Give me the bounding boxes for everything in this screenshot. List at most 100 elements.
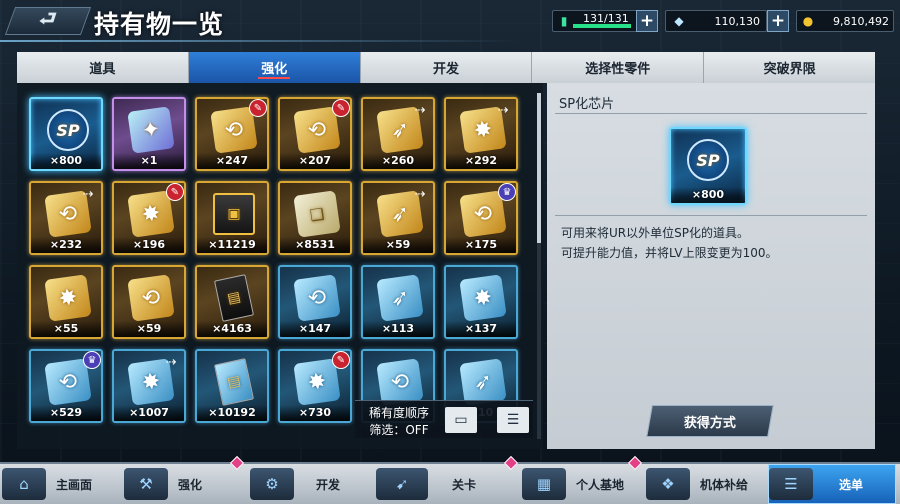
gem-counter: ◆ 110,130 (665, 10, 767, 32)
item-count: ×800 (31, 153, 101, 169)
arrow-badge-icon: ⇢ (165, 354, 177, 370)
item-card: ▤ ×4163 (195, 265, 269, 339)
nav-personal-base[interactable]: ▦ 个人基地 (522, 455, 643, 504)
item-cell[interactable]: ✸ ⇢ ×292 (442, 95, 520, 173)
item-cell[interactable]: ▣ ×11219 (193, 179, 271, 257)
title-underline (0, 40, 520, 42)
menu-icon: ☰ (769, 468, 813, 500)
how-to-obtain-label: 获得方式 (683, 415, 736, 431)
item-card: ✸ ⇢ ×1007 (112, 349, 186, 423)
nav-stages[interactable]: ➹ 关卡 (376, 455, 519, 504)
nav-home[interactable]: ⌂ 主画面 (2, 464, 120, 504)
nav-unit-supply-label: 机体补给 (700, 477, 749, 492)
item-emblem-icon: ▤ (213, 274, 255, 322)
item-count: ×55 (31, 321, 101, 337)
item-cell[interactable]: ⟲ ✎ ×247 (193, 95, 271, 173)
tab-enhance[interactable]: 强化 (188, 52, 361, 83)
feather-badge-icon: ✎ (332, 99, 350, 117)
nav-enhance[interactable]: ⚒ 强化 (124, 455, 245, 504)
add-gem-button[interactable]: + (767, 10, 789, 32)
description-line-1: 可用来将UR以外单位SP化的道具。 (561, 226, 749, 240)
item-card: ⟲ ⇢ ×232 (29, 181, 103, 255)
how-to-obtain-button[interactable]: 获得方式 (646, 405, 774, 437)
item-count: ×292 (446, 153, 516, 169)
item-cell[interactable]: ➶ ⇢ ×59 (359, 179, 437, 257)
base-icon: ▦ (522, 468, 566, 500)
stamina-bar (573, 24, 631, 28)
tab-items[interactable]: 道具 (17, 52, 189, 83)
item-card: ❏ ×8531 (278, 181, 352, 255)
item-count: ×59 (363, 237, 433, 253)
item-count: ×4163 (197, 321, 267, 337)
back-button[interactable]: ⮐ (4, 6, 92, 35)
tab-develop[interactable]: 开发 (361, 52, 533, 83)
arrow-badge-icon: ⇢ (497, 102, 509, 118)
item-cell[interactable]: ✸ ✎ ×730 (276, 347, 354, 425)
add-stamina-button[interactable]: + (636, 10, 658, 32)
item-cell[interactable]: ▤ ×10192 (193, 347, 271, 425)
item-card: ⟲ ✎ ×247 (195, 97, 269, 171)
item-card: ✸ ✎ ×196 (112, 181, 186, 255)
feather-badge-icon: ✎ (249, 99, 267, 117)
item-cell[interactable]: ⟲ ✎ ×207 (276, 95, 354, 173)
item-cell[interactable]: ⟲ ×147 (276, 263, 354, 341)
item-emblem-icon: ⟲ (127, 274, 175, 322)
item-cell[interactable]: ⟲ ×59 (110, 263, 188, 341)
gem-value: 110,130 (714, 15, 761, 28)
cards-icon: ▭ (454, 412, 468, 428)
item-emblem-icon: ⟲ (376, 358, 424, 406)
tab-limit-break[interactable]: 突破界限 (704, 52, 875, 83)
nav-menu-label: 选单 (839, 477, 864, 492)
item-cell[interactable]: ✸ ✎ ×196 (110, 179, 188, 257)
item-count: ×10192 (197, 405, 267, 421)
item-emblem-icon: ➶ (459, 358, 507, 406)
item-cell[interactable]: ✸ ×137 (442, 263, 520, 341)
sort-direction-button[interactable]: ☰ (497, 407, 529, 433)
item-cell[interactable]: ❏ ×8531 (276, 179, 354, 257)
bottom-nav: ⌂ 主画面 ⚒ 强化 ⚙ 开发 ➹ 关卡 ▦ 个人基地 ❖ 机体补给 ☰ 选单 (0, 455, 900, 504)
detail-item-icon: SP ×800 (669, 127, 747, 205)
page-title: 持有物一览 (94, 10, 225, 39)
rifle-icon: ➹ (376, 468, 428, 500)
item-cell[interactable]: ➶ ⇢ ×260 (359, 95, 437, 173)
filter-status-label[interactable]: 筛选：OFF (359, 421, 439, 438)
detail-item-name: SP化芯片 (559, 97, 615, 112)
item-card: ⟲ ♛ ×529 (29, 349, 103, 423)
scrollbar-thumb[interactable] (537, 93, 541, 243)
item-cell[interactable]: SP ×800 (27, 95, 105, 173)
coin-icon: ● (802, 14, 814, 28)
grid-scrollbar[interactable] (537, 93, 541, 439)
item-count: ×529 (31, 405, 101, 421)
item-count: ×1 (114, 153, 184, 169)
item-cell[interactable]: ✸ ⇢ ×1007 (110, 347, 188, 425)
item-cell[interactable]: ⟲ ♛ ×175 (442, 179, 520, 257)
item-count: ×232 (31, 237, 101, 253)
battery-icon: ▮ (560, 14, 568, 28)
item-count: ×730 (280, 405, 350, 421)
item-card: ⟲ ×59 (112, 265, 186, 339)
item-card: SP ×800 (29, 97, 103, 171)
nav-menu[interactable]: ☰ 选单 (768, 464, 896, 504)
home-icon: ⌂ (2, 468, 46, 500)
item-cell[interactable]: ✦ ×1 (110, 95, 188, 173)
item-cell[interactable]: ➶ ×113 (359, 263, 437, 341)
wrench-icon: ⚒ (124, 468, 168, 500)
item-count: ×113 (363, 321, 433, 337)
item-cell[interactable]: ⟲ ⇢ ×232 (27, 179, 105, 257)
crown-badge-icon: ♛ (83, 351, 101, 369)
coin-value: 9,810,492 (833, 15, 889, 28)
arrow-badge-icon: ⇢ (414, 186, 426, 202)
nav-unit-supply[interactable]: ❖ 机体补给 (646, 464, 764, 504)
tab-optional-parts[interactable]: 选择性零件 (532, 52, 705, 83)
item-card: ⟲ ✎ ×207 (278, 97, 352, 171)
item-cell[interactable]: ▤ ×4163 (193, 263, 271, 341)
item-cell[interactable]: ⟲ ♛ ×529 (27, 347, 105, 425)
item-count: ×11219 (197, 237, 267, 253)
nav-develop[interactable]: ⚙ 开发 (250, 464, 368, 504)
sort-filter-panel: 稀有度顺序 筛选：OFF ▭ ☰ (355, 400, 533, 438)
item-detail-panel: SP化芯片 SP ×800 可用来将UR以外单位SP化的道具。 可提升能力值，并… (547, 83, 875, 449)
item-cell[interactable]: ✸ ×55 (27, 263, 105, 341)
item-emblem-icon: ▤ (213, 358, 255, 406)
filter-button[interactable]: ▭ (445, 407, 477, 433)
sort-order-label[interactable]: 稀有度顺序 (359, 404, 439, 421)
